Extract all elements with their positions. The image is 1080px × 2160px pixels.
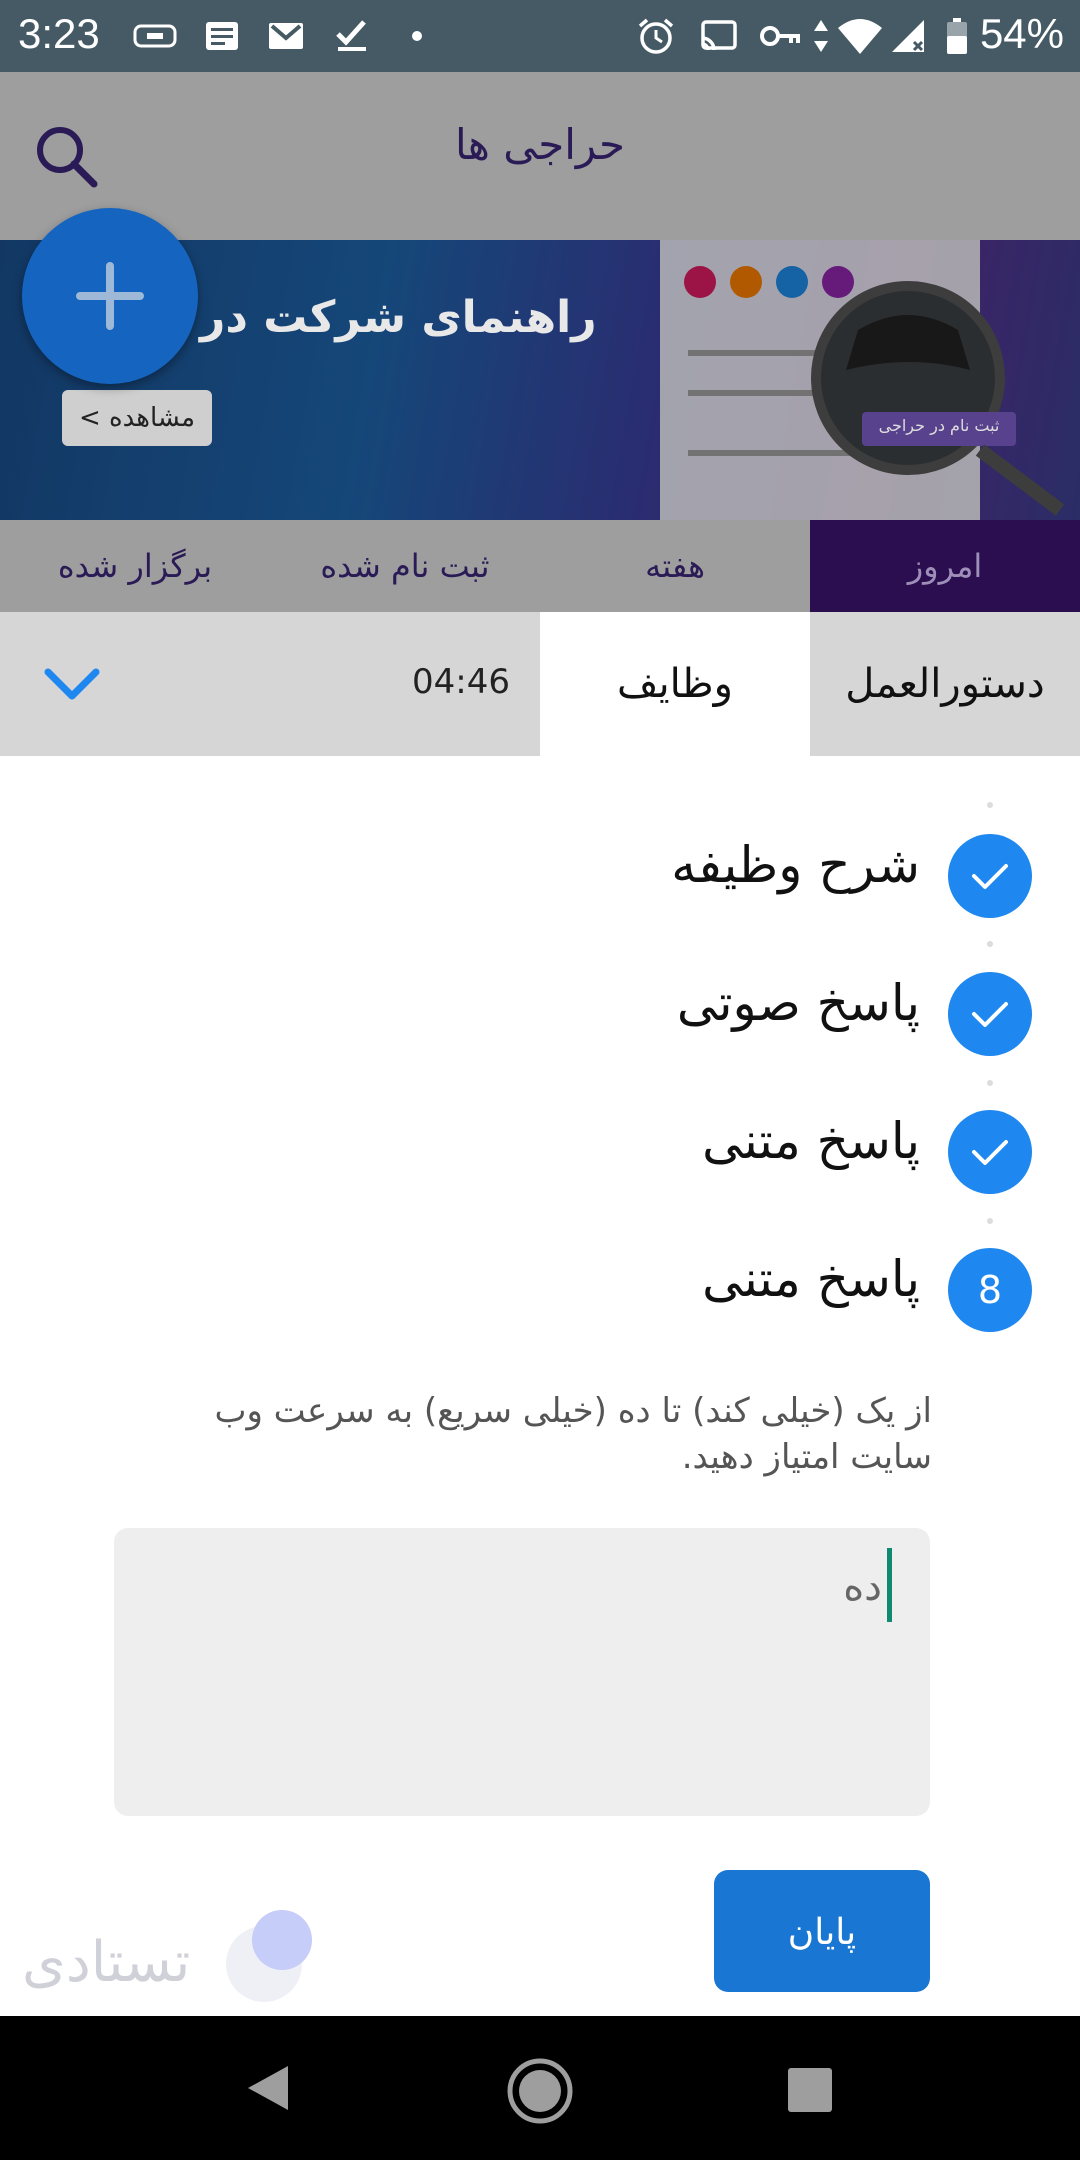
view-button-label: مشاهده (109, 403, 196, 433)
step-connector (987, 1218, 993, 1224)
tab-today[interactable]: امروز (810, 520, 1080, 612)
data-arrows-icon (814, 20, 828, 52)
sheet-header: 04:46 وظایف دستورالعمل (0, 612, 1080, 756)
alarm-icon (638, 18, 674, 54)
view-button[interactable]: < مشاهده (62, 390, 212, 446)
banner-heading: راهنمای شرکت در (200, 292, 597, 343)
system-nav-bar (0, 2016, 1080, 2160)
home-icon[interactable] (505, 2056, 575, 2126)
plus-icon (76, 262, 144, 330)
check-icon (948, 834, 1032, 918)
countdown-timer: 04:46 (412, 662, 510, 702)
tab-held[interactable]: برگزار شده (0, 520, 270, 612)
back-icon[interactable] (240, 2060, 296, 2116)
signal-icon (892, 20, 924, 52)
cardboard-icon (133, 24, 177, 48)
answer-field[interactable]: ده (114, 1528, 930, 1816)
dot-icon (412, 31, 422, 41)
text-caret (887, 1548, 892, 1622)
step-item: شرح وظیفه (0, 826, 1080, 926)
step-number: 8 (948, 1248, 1032, 1332)
step-label: پاسخ متنی (702, 1250, 920, 1308)
recents-icon[interactable] (786, 2066, 834, 2114)
step-connector (987, 802, 993, 808)
step-label: پاسخ متنی (702, 1112, 920, 1170)
add-button[interactable] (22, 208, 198, 384)
step-label: پاسخ صوتی (676, 974, 920, 1032)
tasks-icon (336, 20, 366, 51)
step-connector (987, 941, 993, 947)
step-item-current: 8 پاسخ متنی (0, 1240, 1080, 1340)
logo-mark (226, 1910, 312, 2002)
battery-icon (947, 18, 967, 54)
step-item: پاسخ صوتی (0, 964, 1080, 1064)
app-logo: تستادی (22, 1908, 342, 2008)
question-text: از یک (خیلی کند) تا ده (خیلی سریع) به سر… (214, 1391, 932, 1477)
step-connector (987, 1080, 993, 1086)
answer-value: ده (843, 1564, 882, 1610)
wifi-icon (838, 19, 882, 54)
tab-week[interactable]: هفته (540, 520, 810, 612)
battery-percent: 54% (979, 10, 1064, 57)
vpn-key-icon (760, 26, 800, 46)
gmail-icon (269, 23, 303, 49)
tab-registered[interactable]: ثبت نام شده (270, 520, 540, 612)
news-icon (206, 22, 238, 50)
cast-icon (701, 20, 737, 51)
step-item: پاسخ متنی (0, 1102, 1080, 1202)
chevron-left-icon: < (78, 403, 110, 433)
tab-tasks[interactable]: وظایف (540, 612, 810, 756)
chevron-down-icon[interactable] (40, 660, 104, 708)
logo-text: تستادی (22, 1930, 191, 1995)
page-title: حراجی ها (454, 120, 626, 169)
finish-button[interactable]: پایان (714, 1870, 930, 1992)
check-icon (948, 1110, 1032, 1194)
category-tabs: برگزار شده ثبت نام شده هفته امروز (0, 520, 1080, 612)
step-label: شرح وظیفه (671, 836, 920, 894)
status-bar: 3:23 54% (0, 0, 1080, 72)
check-icon (948, 972, 1032, 1056)
tab-instructions[interactable]: دستورالعمل (810, 612, 1080, 756)
clock: 3:23 (18, 10, 100, 57)
banner-register-label: ثبت نام در حراجی (878, 416, 1000, 435)
